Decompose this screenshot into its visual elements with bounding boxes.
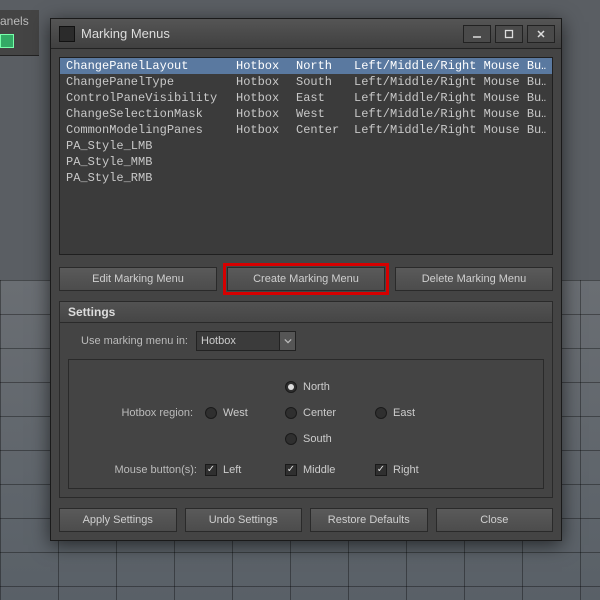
marking-menus-window: Marking Menus ChangePanelLayoutHotboxNor… — [50, 18, 562, 541]
region-center-radio[interactable]: Center — [285, 407, 375, 419]
mouse-middle-checkbox[interactable]: ✓Middle — [285, 464, 375, 476]
maximize-button[interactable] — [495, 25, 523, 43]
undo-settings-button[interactable]: Undo Settings — [185, 508, 303, 532]
east-label: East — [393, 407, 415, 419]
dropdown-value: Hotbox — [201, 335, 236, 347]
chevron-down-icon — [279, 332, 295, 350]
delete-marking-menu-button[interactable]: Delete Marking Menu — [395, 267, 553, 291]
region-mouse-box: North Hotbox region: West Center East So… — [68, 359, 544, 489]
list-item[interactable]: CommonModelingPanesHotboxCenterLeft/Midd… — [60, 122, 552, 138]
mouse-left-checkbox[interactable]: ✓Left — [205, 464, 285, 476]
list-item[interactable]: ControlPaneVisibilityHotboxEastLeft/Midd… — [60, 90, 552, 106]
south-label: South — [303, 433, 332, 445]
close-window-button[interactable]: Close — [436, 508, 554, 532]
titlebar[interactable]: Marking Menus — [51, 19, 561, 49]
list-item[interactable]: ChangeSelectionMaskHotboxWestLeft/Middle… — [60, 106, 552, 122]
list-item[interactable]: ChangePanelTypeHotboxSouthLeft/Middle/Ri… — [60, 74, 552, 90]
west-label: West — [223, 407, 248, 419]
close-icon — [536, 29, 546, 39]
window-title: Marking Menus — [81, 26, 463, 41]
maximize-icon — [504, 29, 514, 39]
marking-menu-list[interactable]: ChangePanelLayoutHotboxNorthLeft/Middle/… — [59, 57, 553, 255]
region-west-radio[interactable]: West — [205, 407, 285, 419]
right-label: Right — [393, 464, 419, 476]
settings-panel: Use marking menu in: Hotbox North Hotbox… — [59, 323, 553, 498]
minimize-icon — [472, 29, 482, 39]
app-icon — [59, 26, 75, 42]
list-item[interactable]: PA_Style_MMB — [60, 154, 552, 170]
cube-icon — [0, 34, 14, 48]
close-button[interactable] — [527, 25, 555, 43]
edit-marking-menu-button[interactable]: Edit Marking Menu — [59, 267, 217, 291]
mouse-buttons-label: Mouse button(s): — [77, 464, 205, 476]
region-north-radio[interactable]: North — [285, 381, 375, 393]
panels-menu-stub: anels — [0, 10, 39, 56]
create-marking-menu-button[interactable]: Create Marking Menu — [227, 267, 385, 291]
mouse-right-checkbox[interactable]: ✓Right — [375, 464, 419, 476]
panels-label: anels — [0, 14, 29, 28]
north-label: North — [303, 381, 330, 393]
settings-header: Settings — [59, 301, 553, 323]
region-south-radio[interactable]: South — [285, 433, 375, 445]
left-label: Left — [223, 464, 241, 476]
list-item[interactable]: PA_Style_LMB — [60, 138, 552, 154]
list-item[interactable]: PA_Style_RMB — [60, 170, 552, 186]
region-east-radio[interactable]: East — [375, 407, 455, 419]
middle-label: Middle — [303, 464, 335, 476]
use-marking-menu-label: Use marking menu in: — [68, 335, 196, 347]
center-label: Center — [303, 407, 336, 419]
use-marking-menu-dropdown[interactable]: Hotbox — [196, 331, 296, 351]
restore-defaults-button[interactable]: Restore Defaults — [310, 508, 428, 532]
hotbox-region-label: Hotbox region: — [77, 407, 205, 419]
apply-settings-button[interactable]: Apply Settings — [59, 508, 177, 532]
minimize-button[interactable] — [463, 25, 491, 43]
list-item[interactable]: ChangePanelLayoutHotboxNorthLeft/Middle/… — [60, 58, 552, 74]
